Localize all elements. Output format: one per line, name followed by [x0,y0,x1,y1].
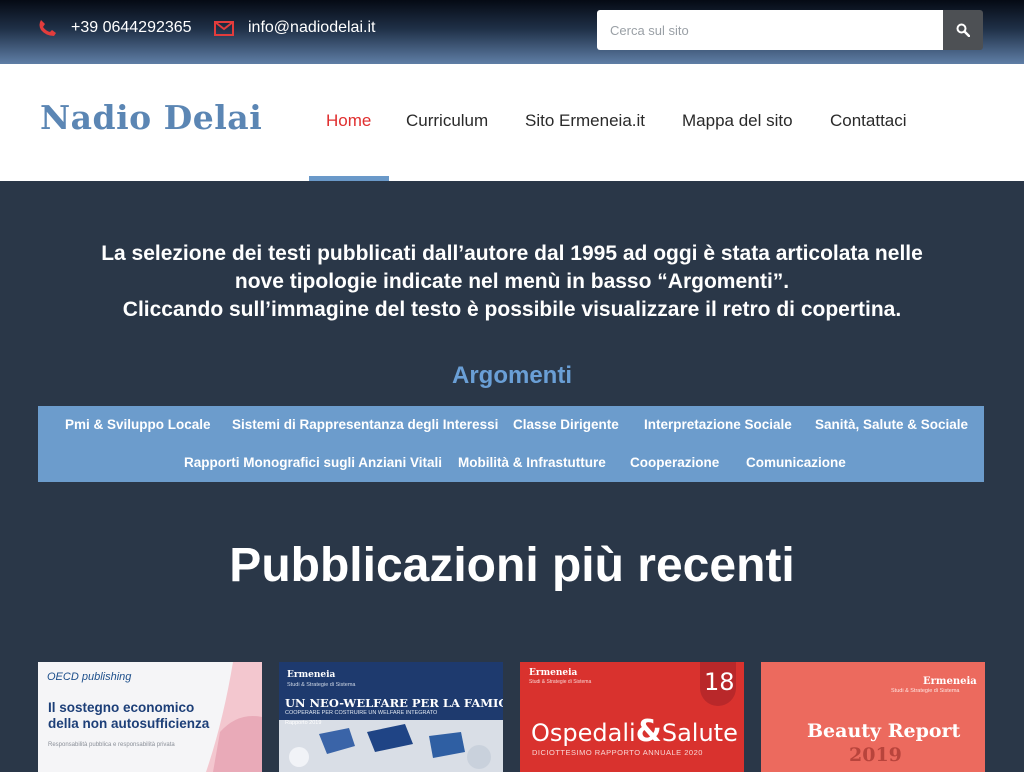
publications-title: Pubblicazioni più recenti [229,539,795,592]
phone-icon [39,20,56,36]
book-cover-sostegno-economico[interactable]: OECD publishing Il sostegno economico de… [38,662,262,772]
book-publisher: Ermeneia [529,668,578,678]
arg-interpretazione-sociale[interactable]: Interpretazione Sociale [644,417,792,432]
phone-contact[interactable]: +39 0644292365 [37,19,192,37]
nav-sito-ermeneia[interactable]: Sito Ermeneia.it [525,111,645,131]
nav-home[interactable]: Home [326,111,371,131]
book-tagline: Studi & Strategie di Sistema [529,679,592,685]
arg-rapporti-anziani-vitali[interactable]: Rapporti Monografici sugli Anziani Vital… [184,455,442,470]
email-address: info@nadiodelai.it [248,19,376,36]
book-title-line-1: Il sostegno economico [48,700,195,715]
search-button[interactable] [943,10,983,50]
arg-sanita-salute-sociale[interactable]: Sanità, Salute & Sociale [815,417,968,432]
arg-comunicazione[interactable]: Comunicazione [746,455,846,470]
site-logo[interactable]: Nadio Delai [40,98,262,137]
book-publisher: Ermeneia [287,670,336,680]
nav-contattaci[interactable]: Contattaci [830,111,907,131]
envelope-icon [214,20,234,36]
nav-mappa-del-sito[interactable]: Mappa del sito [682,111,793,131]
intro-line-2: nove tipologie indicate nel menù in bass… [234,270,790,293]
book-title-part-2: Salute [661,719,738,747]
intro-line-1: La selezione dei testi pubblicati dall’a… [101,242,923,265]
book-title-part-1: Ospedali [531,719,636,747]
book-tagline: Studi & Strategie di Sistema [287,682,356,688]
ampersand: & [635,714,662,749]
search-input[interactable] [597,10,943,50]
book-publisher: OECD publishing [47,671,132,683]
top-bar: +39 0644292365 info@nadiodelai.it [0,0,1024,64]
book-publisher: Ermeneia [923,676,977,687]
phone-number: +39 0644292365 [71,19,192,36]
book-cover-neo-welfare[interactable]: Ermeneia Studi & Strategie di Sistema UN… [279,662,503,772]
book-title-line-2: della non autosufficienza [48,716,210,731]
book-subtitle: Responsabilità pubblica e responsabilità… [48,742,175,748]
book-title: UN NEO-WELFARE PER LA FAMIGLIA [285,696,503,710]
arg-pmi-sviluppo-locale[interactable]: Pmi & Sviluppo Locale [65,417,211,432]
book-year: Rapporto 2019 [285,720,322,726]
nav-curriculum[interactable]: Curriculum [406,111,488,131]
arg-sistemi-rappresentanza[interactable]: Sistemi di Rappresentanza degli Interess… [232,417,498,432]
arg-classe-dirigente[interactable]: Classe Dirigente [513,417,619,432]
argomenti-menu: Pmi & Sviluppo Locale Sistemi di Rappres… [38,406,984,482]
book-cover-ospedali-salute[interactable]: 18 Ermeneia Studi & Strategie di Sistema… [520,662,744,772]
book-subtitle: COOPERARE PER COSTRUIRE UN WELFARE INTEG… [285,710,438,716]
book-cover-beauty-report[interactable]: Ermeneia Studi & Strategie di Sistema Be… [761,662,985,772]
site-header: Nadio Delai Home Curriculum Sito Ermenei… [0,64,1024,181]
book-subtitle: DICIOTTESIMO RAPPORTO ANNUALE 2020 [532,748,703,757]
book-title: Beauty Report [807,720,961,742]
arg-mobilita-infrastrutture[interactable]: Mobilità & Infrastutture [458,455,606,470]
book-number: 18 [704,668,735,696]
intro-line-3: Cliccando sull’immagine del testo è poss… [122,298,902,321]
argomenti-title: Argomenti [452,362,572,389]
email-contact[interactable]: info@nadiodelai.it [214,19,375,37]
search-icon [956,23,970,37]
book-tagline: Studi & Strategie di Sistema [891,688,960,694]
book-title: Ospedali&Salute [531,714,738,749]
arg-cooperazione[interactable]: Cooperazione [630,455,719,470]
intro-text: La selezione dei testi pubblicati dall’a… [0,240,1024,324]
active-nav-indicator [309,176,389,181]
